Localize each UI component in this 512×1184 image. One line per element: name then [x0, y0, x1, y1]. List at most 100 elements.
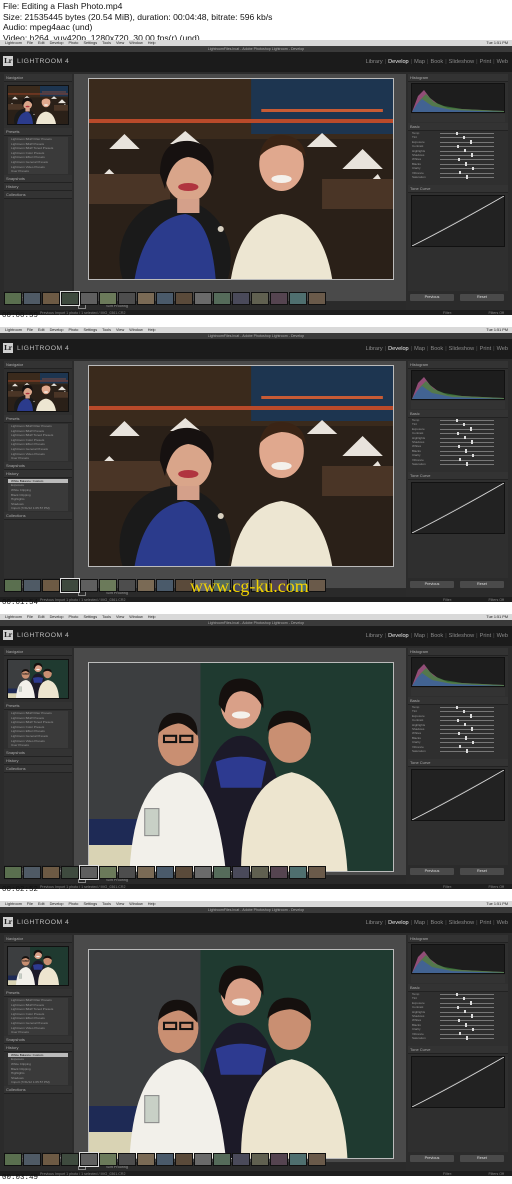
- slider-knob[interactable]: [466, 1036, 468, 1040]
- mac-menu-item[interactable]: File: [27, 902, 33, 906]
- filmstrip-thumbnail[interactable]: [99, 1153, 117, 1166]
- filmstrip-thumbnail[interactable]: [308, 1153, 326, 1166]
- filmstrip-thumbnail[interactable]: [270, 292, 288, 305]
- slider-knob[interactable]: [457, 718, 459, 723]
- mac-menu-item[interactable]: Edit: [38, 41, 45, 45]
- module-slideshow[interactable]: Slideshow: [449, 346, 475, 352]
- slider-track[interactable]: [440, 137, 494, 139]
- filmstrip-thumbnail[interactable]: [232, 1153, 250, 1166]
- slider-track[interactable]: [440, 733, 494, 735]
- slider-track[interactable]: [440, 433, 494, 434]
- main-photo[interactable]: [88, 365, 394, 567]
- filmstrip-thumbnail[interactable]: [42, 1153, 60, 1166]
- snapshots-header[interactable]: Snapshots: [4, 174, 72, 183]
- filmstrip-thumbnail[interactable]: [175, 1153, 193, 1166]
- mac-menu-item[interactable]: Tools: [102, 615, 111, 619]
- module-slideshow[interactable]: Slideshow: [449, 633, 475, 639]
- tone-curve-header[interactable]: Tone Curve: [408, 185, 508, 194]
- filmstrip-thumbnail[interactable]: [137, 292, 155, 305]
- mac-menu-item[interactable]: View: [116, 615, 124, 619]
- filmstrip-thumbnail[interactable]: [251, 866, 269, 879]
- mac-menu-item[interactable]: View: [116, 41, 124, 45]
- slider-track[interactable]: [440, 707, 494, 708]
- module-print[interactable]: Print: [480, 920, 492, 926]
- previous-button[interactable]: Previous: [410, 1155, 454, 1162]
- filmstrip-thumbnail[interactable]: [61, 866, 79, 879]
- filmstrip-source[interactable]: Previous Import 1 photo / 1 selected / I…: [40, 598, 126, 602]
- module-slideshow[interactable]: Slideshow: [449, 920, 475, 926]
- mac-menu-item[interactable]: Window: [129, 41, 143, 45]
- filmstrip-thumbnail[interactable]: [79, 1152, 99, 1167]
- slider-knob[interactable]: [464, 1010, 466, 1014]
- module-library[interactable]: Library: [366, 920, 383, 926]
- slider-track[interactable]: [440, 159, 494, 161]
- module-web[interactable]: Web: [497, 59, 508, 65]
- filmstrip-thumbnail[interactable]: [156, 579, 174, 592]
- basic-slider[interactable]: Saturation: [412, 749, 504, 753]
- preset-folder[interactable]: User Presets: [8, 456, 68, 461]
- reset-button[interactable]: Reset: [460, 868, 504, 875]
- tone-curve-header[interactable]: Tone Curve: [408, 472, 508, 481]
- tone-curve-header[interactable]: Tone Curve: [408, 759, 508, 768]
- module-map[interactable]: Map: [414, 346, 425, 352]
- filmstrip-thumbnail[interactable]: [194, 866, 212, 879]
- history-header[interactable]: History: [4, 469, 72, 478]
- mac-menu-item[interactable]: Photo: [69, 328, 79, 332]
- history-step[interactable]: Import (7/31/12 1:05:57 PM): [8, 506, 68, 511]
- filmstrip-thumbnail[interactable]: [80, 292, 98, 305]
- mac-menu-item[interactable]: Settings: [83, 615, 97, 619]
- filmstrip-source[interactable]: Previous Import 1 photo / 1 selected / I…: [40, 1172, 126, 1176]
- previous-button[interactable]: Previous: [410, 868, 454, 875]
- collections-header[interactable]: Collections: [4, 190, 72, 199]
- module-library[interactable]: Library: [366, 633, 383, 639]
- navigator-preview[interactable]: [7, 946, 69, 986]
- reset-button[interactable]: Reset: [460, 1155, 504, 1162]
- navigator-header[interactable]: Navigator: [4, 361, 72, 369]
- develop-tool-strip[interactable]: [411, 401, 505, 409]
- filmstrip-thumbnail[interactable]: [23, 579, 41, 592]
- filmstrip-thumbnail[interactable]: [42, 866, 60, 879]
- mac-menu-item[interactable]: Develop: [50, 328, 64, 332]
- presets-header[interactable]: Presets: [4, 415, 72, 423]
- filmstrip-thumbnail[interactable]: [60, 291, 80, 306]
- filmstrip-thumbnail[interactable]: [232, 866, 250, 879]
- histogram-header[interactable]: Histogram: [408, 361, 508, 369]
- slider-knob[interactable]: [465, 162, 467, 166]
- slider-knob[interactable]: [472, 1027, 474, 1032]
- history-header[interactable]: History: [4, 1043, 72, 1052]
- slider-knob[interactable]: [463, 996, 465, 1001]
- preset-folder[interactable]: User Presets: [8, 1030, 68, 1035]
- mac-menu-item[interactable]: Photo: [69, 615, 79, 619]
- basic-panel-header[interactable]: Basic: [408, 123, 508, 131]
- slider-track[interactable]: [440, 168, 494, 169]
- filmstrip-thumbnail[interactable]: [99, 292, 117, 305]
- mac-menu-item[interactable]: Window: [129, 328, 143, 332]
- filmstrip-thumbnail[interactable]: [232, 292, 250, 305]
- slider-track[interactable]: [440, 1033, 494, 1035]
- presets-header[interactable]: Presets: [4, 989, 72, 997]
- history-step[interactable]: Import (7/31/12 1:05:57 PM): [8, 1080, 68, 1085]
- slider-track[interactable]: [440, 154, 494, 156]
- slider-track[interactable]: [440, 1007, 494, 1008]
- slider-knob[interactable]: [471, 1014, 473, 1018]
- slider-track[interactable]: [440, 141, 494, 143]
- mac-menu-item[interactable]: Develop: [50, 615, 64, 619]
- histogram-header[interactable]: Histogram: [408, 935, 508, 943]
- filmstrip-thumbnail[interactable]: [137, 866, 155, 879]
- mac-menu-item[interactable]: Help: [148, 41, 156, 45]
- mac-menu-item[interactable]: Tools: [102, 328, 111, 332]
- slider-track[interactable]: [440, 455, 494, 456]
- slider-track[interactable]: [440, 737, 494, 739]
- presets-header[interactable]: Presets: [4, 702, 72, 710]
- slider-knob[interactable]: [466, 462, 468, 466]
- slider-track[interactable]: [440, 746, 494, 748]
- slider-track[interactable]: [440, 146, 494, 147]
- collections-header[interactable]: Collections: [4, 764, 72, 773]
- slider-knob[interactable]: [456, 418, 458, 422]
- module-print[interactable]: Print: [480, 633, 492, 639]
- slider-track[interactable]: [440, 428, 494, 430]
- navigator-header[interactable]: Navigator: [4, 648, 72, 656]
- develop-tool-strip[interactable]: [411, 975, 505, 983]
- filmstrip-thumbnail[interactable]: [42, 579, 60, 592]
- module-develop[interactable]: Develop: [388, 633, 409, 639]
